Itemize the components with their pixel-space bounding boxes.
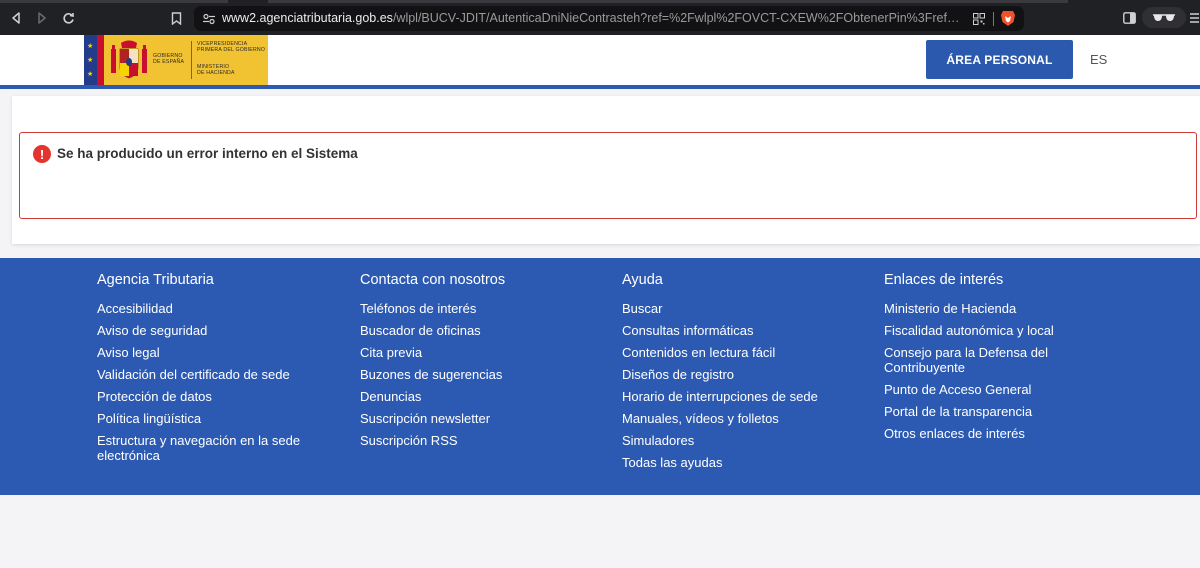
footer-link[interactable]: Todas las ayudas [622, 455, 862, 470]
qr-code-icon[interactable] [970, 10, 987, 27]
government-logo[interactable]: ★ ★ ★ GOBIERNO DE ESPAÑA VICEPRESIDENCIA… [84, 35, 268, 85]
footer-column-title: Contacta con nosotros [360, 272, 506, 288]
area-personal-button[interactable]: ÁREA PERSONAL [926, 40, 1073, 79]
footer-link[interactable]: Aviso legal [97, 345, 337, 360]
tab-strip [268, 0, 1068, 3]
footer-column-enlaces: Enlaces de interés Ministerio de Haciend… [884, 271, 1124, 448]
url-host: www2.agenciatributaria.gob.es [222, 11, 393, 25]
coat-of-arms-icon [111, 40, 147, 79]
site-footer: Agencia Tributaria Accesibilidad Aviso d… [0, 258, 1200, 495]
logo-text-ministerio: MINISTERIO DE HACIENDA [197, 64, 235, 76]
footer-column-contacta: Contacta con nosotros Teléfonos de inter… [360, 271, 600, 455]
footer-link[interactable]: Otros enlaces de interés [884, 426, 1124, 441]
page-bottom-blank [0, 495, 1200, 568]
footer-link[interactable]: Buzones de sugerencias [360, 367, 600, 382]
footer-link[interactable]: Simuladores [622, 433, 862, 448]
logo-text-gobierno: GOBIERNO DE ESPAÑA [153, 53, 185, 65]
error-icon: ! [33, 145, 51, 163]
browser-toolbar: www2.agenciatributaria.gob.es/wlpl/BUCV-… [0, 0, 1200, 35]
logo-text-vicepresidencia: VICEPRESIDENCIA PRIMERA DEL GOBIERNO [197, 41, 266, 53]
footer-link[interactable]: Protección de datos [97, 389, 337, 404]
site-settings-icon[interactable] [200, 10, 217, 27]
footer-link[interactable]: Ministerio de Hacienda [884, 301, 1124, 316]
footer-link[interactable]: Cita previa [360, 345, 600, 360]
url-path: /wlpl/BUCV-JDIT/AutenticaDniNieContraste… [392, 11, 960, 25]
header-divider [0, 85, 1200, 89]
tab-strip [0, 0, 228, 3]
footer-link[interactable]: Diseños de registro [622, 367, 862, 382]
footer-link[interactable]: Denuncias [360, 389, 600, 404]
main-content-card: ! Se ha producido un error interno en el… [12, 96, 1200, 244]
forward-icon[interactable] [32, 8, 52, 28]
footer-link[interactable]: Estructura y navegación en la sede elect… [97, 433, 312, 463]
site-header: ★ ★ ★ GOBIERNO DE ESPAÑA VICEPRESIDENCIA… [0, 35, 1200, 85]
sidebar-toggle-icon[interactable] [1119, 8, 1139, 28]
footer-link[interactable]: Suscripción RSS [360, 433, 600, 448]
footer-column-agencia: Agencia Tributaria Accesibilidad Aviso d… [97, 271, 337, 470]
footer-column-title: Agencia Tributaria [97, 272, 214, 288]
footer-link[interactable]: Teléfonos de interés [360, 301, 600, 316]
divider [993, 12, 994, 26]
reload-icon[interactable] [58, 8, 78, 28]
footer-link[interactable]: Consultas informáticas [622, 323, 862, 338]
footer-link[interactable]: Buscador de oficinas [360, 323, 600, 338]
footer-link[interactable]: Manuales, vídeos y folletos [622, 411, 862, 426]
footer-link[interactable]: Horario de interrupciones de sede [622, 389, 862, 404]
footer-link[interactable]: Buscar [622, 301, 862, 316]
error-alert: ! Se ha producido un error interno en el… [19, 132, 1197, 219]
footer-link[interactable]: Portal de la transparencia [884, 404, 1124, 419]
back-icon[interactable] [6, 8, 26, 28]
bookmark-icon[interactable] [166, 8, 186, 28]
footer-link[interactable]: Suscripción newsletter [360, 411, 600, 426]
url-text[interactable]: www2.agenciatributaria.gob.es/wlpl/BUCV-… [222, 11, 960, 25]
menu-icon[interactable] [1188, 8, 1200, 28]
footer-link[interactable]: Política lingüística [97, 411, 337, 426]
language-selector[interactable]: ES [1090, 52, 1107, 67]
private-mode-icon[interactable] [1142, 7, 1186, 28]
footer-link[interactable]: Validación del certificado de sede [97, 367, 337, 382]
footer-link[interactable]: Aviso de seguridad [97, 323, 337, 338]
footer-column-title: Ayuda [622, 272, 663, 288]
error-message: Se ha producido un error interno en el S… [57, 146, 358, 161]
footer-column-title: Enlaces de interés [884, 272, 1004, 288]
address-bar[interactable]: www2.agenciatributaria.gob.es/wlpl/BUCV-… [194, 6, 1024, 31]
footer-column-ayuda: Ayuda Buscar Consultas informáticas Cont… [622, 271, 862, 477]
footer-link[interactable]: Punto de Acceso General [884, 382, 1124, 397]
footer-link[interactable]: Consejo para la Defensa del Contribuyent… [884, 345, 1064, 375]
footer-link[interactable]: Contenidos en lectura fácil [622, 345, 862, 360]
eu-flag-icon: ★ ★ ★ [84, 35, 104, 85]
brave-shield-icon[interactable] [1000, 10, 1016, 27]
footer-link[interactable]: Fiscalidad autonómica y local [884, 323, 1124, 338]
footer-link[interactable]: Accesibilidad [97, 301, 337, 316]
